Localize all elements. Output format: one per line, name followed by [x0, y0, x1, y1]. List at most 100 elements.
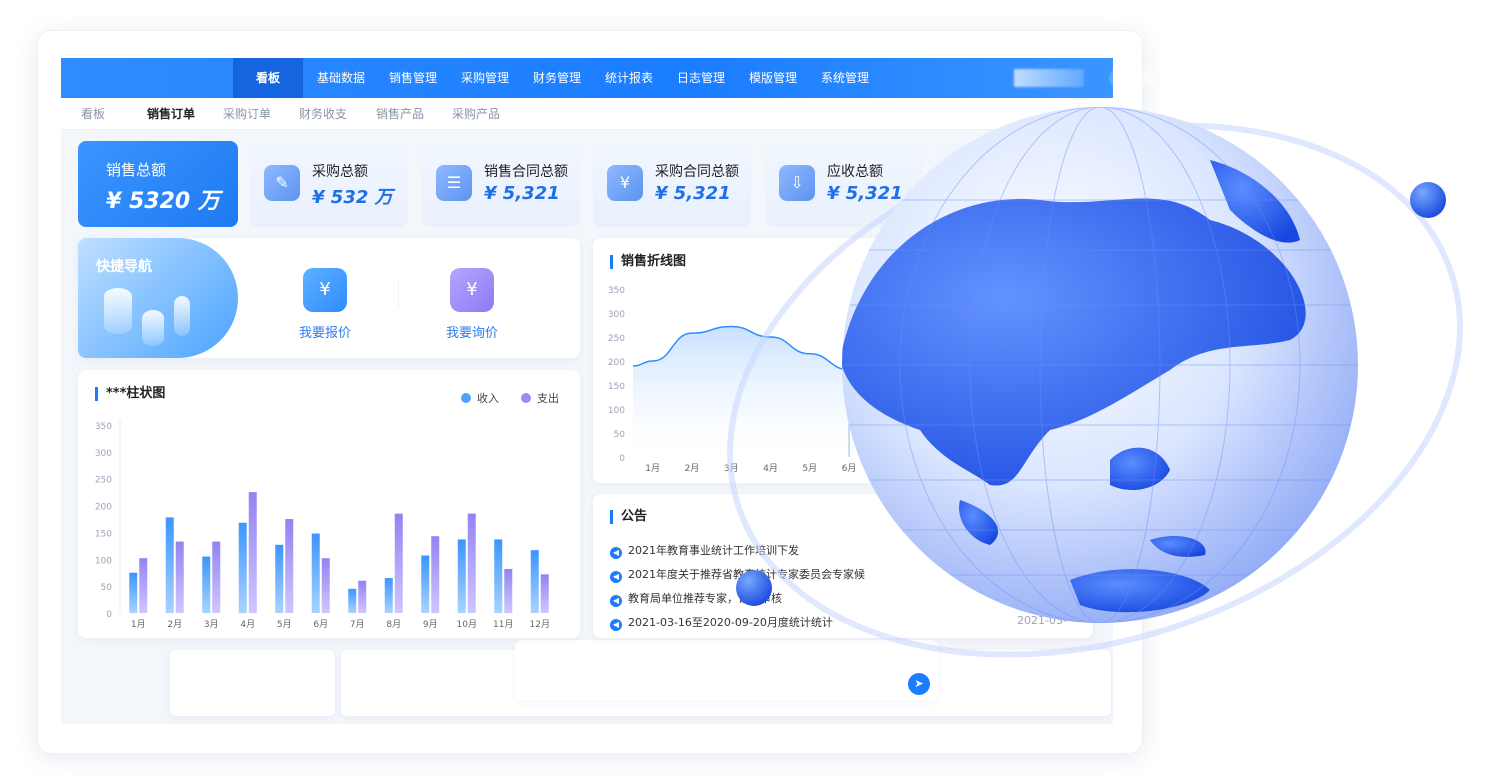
- edit-doc-icon: ✎: [264, 165, 300, 201]
- quick-nav-card: 快捷导航 ¥ 我要报价 ¥ 我要询价: [78, 238, 580, 358]
- nav-item-sales[interactable]: 销售管理: [378, 58, 448, 98]
- kpi-total-sales: 销售总额 ¥ 5320 万: [78, 141, 238, 227]
- bar-income[interactable]: [238, 522, 247, 613]
- bar-income[interactable]: [129, 572, 138, 613]
- bar-expense[interactable]: [139, 558, 148, 613]
- bar-income[interactable]: [530, 550, 539, 613]
- bar-income[interactable]: [275, 544, 284, 613]
- quick-nav-banner: 快捷导航: [78, 238, 238, 358]
- tab-dashboard[interactable]: 看板: [81, 98, 105, 130]
- bar-expense[interactable]: [285, 519, 294, 613]
- nav-item-reports[interactable]: 统计报表: [594, 58, 664, 98]
- kpi-value: ¥ 532 万: [312, 187, 393, 208]
- kpi-sales-contract: ☰ 销售合同总额 ¥ 5,321: [422, 141, 580, 227]
- x-tick-label: 3月: [204, 619, 219, 630]
- nav-item-system[interactable]: 系统管理: [810, 58, 880, 98]
- bar-income[interactable]: [457, 539, 466, 613]
- y-tick-label: 250: [95, 476, 112, 486]
- tab-purchase-products[interactable]: 采购产品: [452, 98, 500, 130]
- line-chart-title: 销售折线图: [610, 255, 686, 269]
- bar-expense[interactable]: [175, 541, 184, 613]
- y-tick-label: 300: [95, 449, 112, 459]
- kpi-value: ¥ 5320 万: [106, 189, 220, 214]
- legend-dot: [521, 393, 531, 403]
- bar-expense[interactable]: [248, 492, 257, 613]
- nav-item-purchase[interactable]: 采购管理: [450, 58, 520, 98]
- y-tick-label: 350: [95, 422, 112, 432]
- speaker-icon: ◀: [610, 571, 622, 583]
- quote-button[interactable]: ¥ 我要报价: [275, 268, 375, 341]
- y-tick-label: 350: [608, 286, 625, 296]
- inquiry-label: 我要询价: [445, 326, 498, 341]
- power-icon: ⏻: [1115, 71, 1129, 84]
- speaker-icon: ◀: [610, 619, 622, 631]
- bar-income[interactable]: [384, 578, 393, 613]
- orbit-dot-left: [736, 570, 772, 606]
- globe-illustration: [727, 107, 1463, 658]
- speaker-icon: ◀: [610, 595, 622, 607]
- x-tick-label: 9月: [423, 619, 438, 630]
- x-tick-label: 10月: [457, 619, 477, 630]
- x-tick-label: 11月: [493, 619, 513, 630]
- bar-expense[interactable]: [467, 513, 476, 613]
- kpi-label: 采购总额: [312, 164, 368, 180]
- y-tick-label: 250: [608, 334, 625, 344]
- kpi-label: 销售合同总额: [484, 164, 568, 180]
- orbit-dot-right: [1410, 182, 1446, 218]
- logout-button[interactable]: ⏻ 退出: [1109, 68, 1157, 88]
- bar-legend-expense: 支出: [521, 390, 559, 406]
- tab-sales-orders[interactable]: 销售订单: [147, 98, 195, 130]
- user-name-blurred[interactable]: [1014, 69, 1084, 87]
- bar-income[interactable]: [494, 539, 503, 613]
- quick-nav-title: 快捷导航: [96, 259, 152, 275]
- nav-item-dashboard[interactable]: 看板: [233, 58, 303, 98]
- speaker-icon: ◀: [610, 547, 622, 559]
- bar-expense[interactable]: [394, 513, 403, 613]
- bar-income[interactable]: [311, 533, 320, 613]
- top-navbar: 看板 基础数据 销售管理 采购管理 财务管理 统计报表 日志管理 模版管理 系统…: [61, 58, 1157, 98]
- y-tick-label: 50: [101, 583, 113, 593]
- x-tick-label: 7月: [350, 619, 365, 630]
- nav-item-templates[interactable]: 模版管理: [738, 58, 808, 98]
- cylinder-decoration: [142, 310, 164, 346]
- bar-expense[interactable]: [431, 536, 440, 613]
- divider: [398, 278, 399, 308]
- bar-income[interactable]: [421, 555, 430, 613]
- y-tick-label: 0: [106, 610, 112, 620]
- x-tick-label: 2月: [167, 619, 182, 630]
- send-icon[interactable]: ➤: [908, 673, 930, 695]
- cylinder-decoration: [174, 296, 190, 336]
- x-tick-label: 8月: [386, 619, 401, 630]
- y-tick-label: 50: [614, 430, 626, 440]
- tab-finance[interactable]: 财务收支: [299, 98, 347, 130]
- bar-expense[interactable]: [321, 558, 330, 613]
- tab-sales-products[interactable]: 销售产品: [376, 98, 424, 130]
- kpi-label: 销售总额: [106, 161, 167, 179]
- y-tick-label: 100: [608, 406, 625, 416]
- bar-expense[interactable]: [212, 541, 221, 613]
- cylinder-decoration: [104, 288, 132, 334]
- x-tick-label: 5月: [277, 619, 292, 630]
- nav-item-basic-data[interactable]: 基础数据: [306, 58, 376, 98]
- yen-chat-icon: ¥: [450, 268, 494, 312]
- yen-leaf-icon: ¥: [303, 268, 347, 312]
- tab-purchase-orders[interactable]: 采购订单: [223, 98, 271, 130]
- bar-income[interactable]: [202, 556, 211, 613]
- bar-income[interactable]: [348, 588, 357, 613]
- bar-expense[interactable]: [504, 568, 513, 613]
- notice-title: 公告: [610, 510, 647, 524]
- y-tick-label: 200: [95, 503, 112, 513]
- inquiry-button[interactable]: ¥ 我要询价: [422, 268, 522, 341]
- bar-expense[interactable]: [358, 580, 367, 613]
- bar-income[interactable]: [165, 517, 174, 613]
- kpi-purchase-total: ✎ 采购总额 ¥ 532 万: [250, 141, 408, 227]
- nav-item-finance[interactable]: 财务管理: [522, 58, 592, 98]
- bar-legend-income: 收入: [461, 390, 499, 406]
- legend-dot: [461, 393, 471, 403]
- y-tick-label: 0: [619, 454, 625, 464]
- nav-item-logs[interactable]: 日志管理: [666, 58, 736, 98]
- y-tick-label: 150: [95, 529, 112, 539]
- x-tick-label: 6月: [313, 619, 328, 630]
- bar-expense[interactable]: [540, 574, 549, 613]
- logout-label: 退出: [1128, 71, 1151, 84]
